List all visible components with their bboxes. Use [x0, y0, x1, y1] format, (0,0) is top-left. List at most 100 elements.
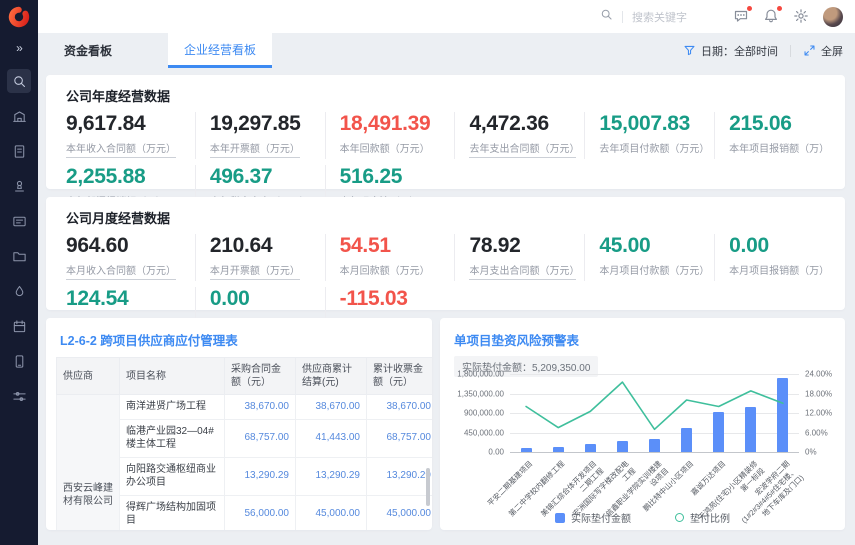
metric-value: 15,007.83: [599, 113, 706, 135]
supplier-cell: 西安云峰建材有限公司: [57, 395, 120, 531]
notification-dot: [747, 6, 752, 11]
tab-funds-board[interactable]: 资金看板: [64, 33, 112, 68]
amount-cell[interactable]: 38,670.00: [367, 395, 433, 420]
bar-信鑫职业学院实训楼建设项目[interactable]: [649, 439, 660, 452]
table-header-cell: 供应商累计结算(元): [296, 358, 367, 395]
metric-value: -115.03: [340, 288, 448, 310]
date-filter[interactable]: 日期：全部时间: [701, 43, 778, 59]
bar-宏波学府二期(1#2#3#4#5#住宅楼、地下车库及门口)[interactable]: [777, 378, 788, 452]
id-card-icon[interactable]: [7, 209, 31, 233]
metric: 15,007.83 去年项目付款额（万元）: [585, 112, 715, 159]
calendar-icon[interactable]: [7, 314, 31, 338]
amount-cell[interactable]: 41,443.00: [296, 419, 367, 457]
amount-cell[interactable]: 68,757.00: [367, 419, 433, 457]
search-placeholder: 搜索关键字: [632, 9, 687, 25]
metric-value: 54.51: [340, 235, 447, 257]
top-header: 搜索关键字: [38, 0, 855, 33]
bell-icon[interactable]: [763, 8, 780, 25]
dashboard-app: » 搜索关键字 资金看板 企业经营: [0, 0, 855, 545]
risk-chart-card: 单项目垫资风险预警表 实际垫付金额：5,209,350.00 0.000%450…: [440, 318, 845, 530]
amount-cell[interactable]: 45,000.00: [367, 495, 433, 530]
gridline: [510, 452, 799, 453]
toolbar-right: 日期：全部时间 全屏: [683, 33, 843, 68]
metric: 210.64 本月开票额（万元）: [196, 234, 326, 281]
folder-icon[interactable]: [7, 244, 31, 268]
user-avatar[interactable]: [823, 7, 843, 27]
supplier-table-title: L2-6-2 跨项目供应商应付管理表: [46, 318, 432, 349]
metric-value: 516.25: [340, 166, 448, 188]
bar-第二中学校内翻修工程[interactable]: [553, 447, 564, 452]
message-icon[interactable]: [733, 8, 750, 25]
global-search[interactable]: 搜索关键字: [600, 8, 687, 26]
metric: 54.51本月回款额（万元）: [326, 234, 456, 281]
project-name-cell: 得辉广场结构加固项目: [120, 495, 225, 530]
metric-value: 964.60: [66, 235, 187, 257]
metric-label[interactable]: 本年开票额（万元）: [210, 140, 300, 158]
metric-value: 45.00: [599, 235, 706, 257]
fullscreen-button[interactable]: 全屏: [821, 43, 843, 59]
sidebar-collapse-icon[interactable]: »: [16, 41, 22, 61]
legend-item-bar[interactable]: 实际垫付金额: [555, 510, 631, 525]
stamp-icon[interactable]: [7, 174, 31, 198]
sliders-icon[interactable]: [7, 384, 31, 408]
amount-cell[interactable]: 13,290.29: [296, 457, 367, 495]
document-check-icon[interactable]: [7, 139, 31, 163]
y-axis-left-tick: 0.00: [452, 448, 504, 457]
building-icon[interactable]: [7, 104, 31, 128]
metric-label[interactable]: 去年支出合同额（万元）: [469, 140, 576, 158]
metric-label[interactable]: 本月收入合同额（万元）: [66, 262, 176, 280]
metric: 0.00本月项目报销额（万）: [715, 234, 845, 281]
table-scrollbar[interactable]: [426, 468, 430, 506]
bar-嘉诚万达项目[interactable]: [713, 412, 724, 452]
ink-drop-icon[interactable]: [7, 279, 31, 303]
annual-title: 公司年度经营数据: [46, 75, 845, 105]
legend-label: 垫付比例: [690, 510, 730, 525]
metric-value: 4,472.36: [469, 113, 576, 135]
search-icon[interactable]: [7, 69, 31, 93]
metric: 45.00本月项目付款额（万元）: [585, 234, 715, 281]
toolbar-divider: [790, 45, 791, 57]
tab-enterprise-board[interactable]: 企业经营看板: [168, 33, 272, 68]
amount-cell[interactable]: 68,757.00: [225, 419, 296, 457]
sidebar-nav: [7, 69, 31, 408]
table-header-cell: 项目名称: [120, 358, 225, 395]
app-logo-icon[interactable]: [7, 5, 31, 29]
table-row[interactable]: 西安云峰建材有限公司南洋进贤广场工程38,670.0038,670.0038,6…: [57, 395, 433, 420]
metric: 9,617.84本年收入合同额（万元）: [66, 112, 196, 159]
gear-icon[interactable]: [793, 8, 810, 25]
bar-平安二期基建项目[interactable]: [521, 448, 532, 452]
y-axis-right-tick: 18.00%: [805, 389, 832, 398]
bar-鹏比特中山小区项目[interactable]: [681, 428, 692, 452]
supplier-table-wrap: 供应商项目名称采购合同金额（元）供应商累计结算(元)累计收票金额（元）累计付款金…: [56, 357, 426, 530]
supplier-table-card: L2-6-2 跨项目供应商应付管理表 供应商项目名称采购合同金额（元）供应商累计…: [46, 318, 432, 530]
notification-dot: [777, 6, 782, 11]
metric: 19,297.85本年开票额（万元）: [196, 112, 326, 159]
bar-天鸿苑(住宅)小区精装修第一标段[interactable]: [745, 407, 756, 452]
metric-value: 78.92: [469, 235, 576, 257]
device-icon[interactable]: [7, 349, 31, 373]
metric-value: 0.00: [210, 288, 317, 310]
table-header-cell: 累计收票金额（元）: [367, 358, 433, 395]
amount-cell[interactable]: 45,000.00: [296, 495, 367, 530]
table-header-cell: 供应商: [57, 358, 120, 395]
metric-label[interactable]: 本月支出合同额（万元）: [469, 262, 576, 280]
amount-cell[interactable]: 13,290.29: [367, 457, 433, 495]
metric-label: 去年项目付款额（万元）: [599, 140, 706, 155]
metric: 4,472.36 去年支出合同额（万元）: [455, 112, 585, 159]
metric-label[interactable]: 本月开票额（万元）: [210, 262, 300, 280]
amount-cell[interactable]: 38,670.00: [225, 395, 296, 420]
y-axis-left-tick: 1,350,000.00: [452, 389, 504, 398]
amount-cell[interactable]: 38,670.00: [296, 395, 367, 420]
chart-legend: 实际垫付金额 垫付比例: [440, 510, 845, 525]
amount-cell[interactable]: 13,290.29: [225, 457, 296, 495]
project-name-cell: 临港产业园32—04#楼主体工程: [120, 419, 225, 457]
metric-label[interactable]: 本年收入合同额（万元）: [66, 140, 176, 158]
bar-legend-icon: [555, 513, 565, 523]
bar-美锦汇综合体开发项目二期工程[interactable]: [585, 444, 596, 452]
bar-宏洲国际写字楼改配电工程[interactable]: [617, 441, 628, 452]
metric-value: 210.64: [210, 235, 317, 257]
amount-cell[interactable]: 56,000.00: [225, 495, 296, 530]
legend-item-line[interactable]: 垫付比例: [675, 510, 730, 525]
filter-funnel-icon: [683, 44, 696, 57]
metric-label: 本年回款额（万元）: [340, 140, 447, 155]
